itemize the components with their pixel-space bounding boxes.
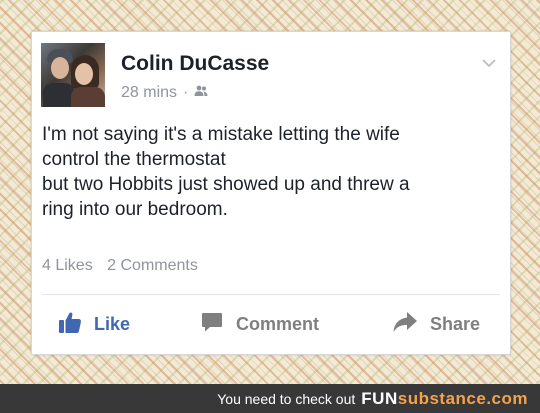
logo-part-substance: substance.com xyxy=(397,388,528,408)
comment-button[interactable]: Comment xyxy=(200,310,319,339)
meta-separator: · xyxy=(183,84,189,101)
post-text-line: I'm not saying it's a mistake letting th… xyxy=(42,124,400,145)
like-label: Like xyxy=(94,314,131,334)
author-name[interactable]: Colin DuCasse xyxy=(121,52,269,76)
facebook-post-card: Colin DuCasse 28 mins · I'm not saying i… xyxy=(31,31,511,355)
post-stats: 4 Likes 2 Comments xyxy=(42,257,208,275)
like-button[interactable]: Like xyxy=(58,310,130,339)
watermark-footer: You need to check out FUNsubstance.com xyxy=(0,384,540,413)
share-button[interactable]: Share xyxy=(392,310,480,339)
comment-label: Comment xyxy=(236,314,320,334)
post-text-line: ring into our bedroom. xyxy=(42,199,228,220)
post-meta: 28 mins · xyxy=(121,84,208,102)
divider xyxy=(42,294,500,295)
logo-part-fun: FUN xyxy=(361,388,398,408)
share-arrow-icon xyxy=(392,310,430,339)
avatar[interactable] xyxy=(41,43,105,107)
thumbs-up-icon xyxy=(58,310,94,339)
friends-icon[interactable] xyxy=(194,84,208,102)
avatar-photo-detail xyxy=(75,63,93,85)
site-logo[interactable]: FUNsubstance.com xyxy=(361,389,528,409)
avatar-photo-detail xyxy=(51,57,69,79)
action-bar: Like Comment Share xyxy=(32,310,510,350)
avatar-photo-detail xyxy=(71,87,105,107)
post-time[interactable]: 28 mins xyxy=(121,84,177,102)
footer-text: You need to check out xyxy=(217,390,356,407)
post-text: I'm not saying it's a mistake letting th… xyxy=(42,122,502,222)
comments-count[interactable]: 2 Comments xyxy=(107,257,198,274)
post-text-line: control the thermostat xyxy=(42,149,226,170)
comment-icon xyxy=(200,310,236,339)
share-label: Share xyxy=(430,314,481,334)
chevron-down-icon[interactable] xyxy=(482,56,496,70)
likes-count[interactable]: 4 Likes xyxy=(42,257,93,274)
post-text-line: but two Hobbits just showed up and threw… xyxy=(42,174,410,195)
